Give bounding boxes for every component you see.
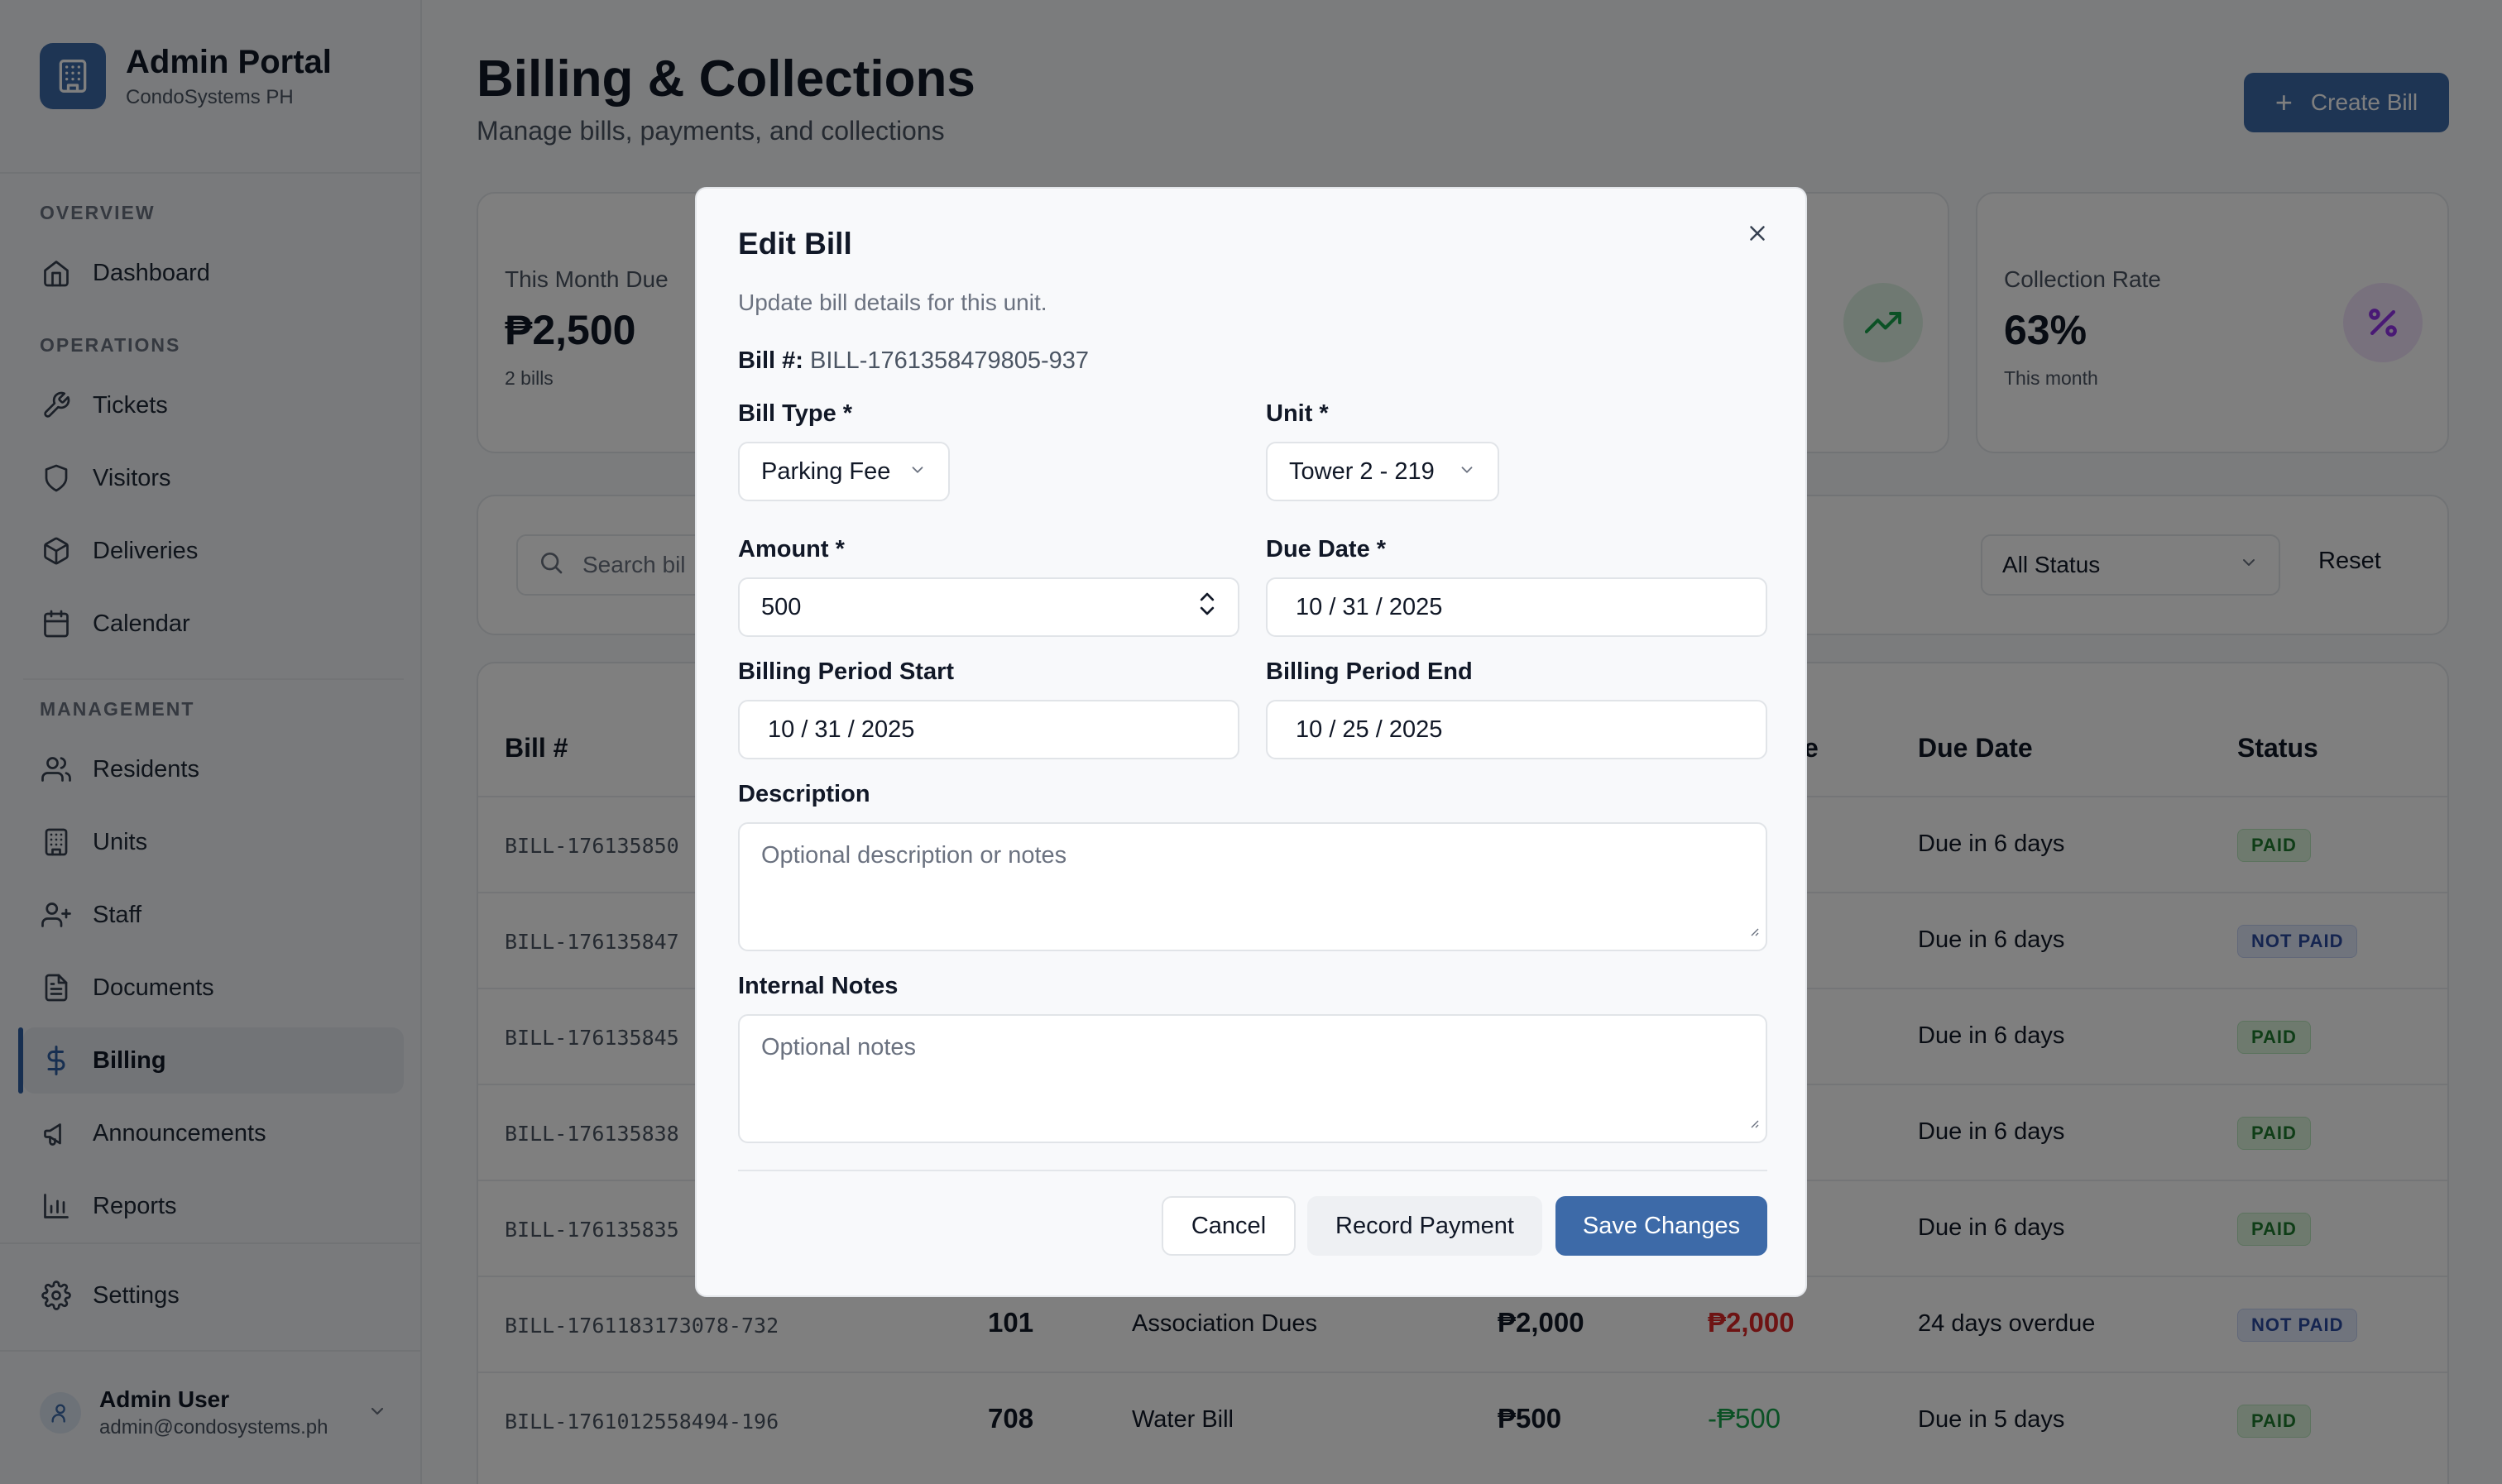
resize-handle-icon[interactable] [1747,916,1759,943]
resize-handle-icon[interactable] [1747,1108,1759,1135]
description-label: Description [738,781,870,807]
description-placeholder: Optional description or notes [761,842,1067,869]
due-date-value: 10 / 31 / 2025 [1296,593,1443,620]
period-end-label: Billing Period End [1266,658,1473,685]
close-icon [1745,221,1770,250]
close-button[interactable] [1741,218,1774,251]
period-start-value: 10 / 31 / 2025 [768,716,915,743]
bill-number-label: Bill #: [738,347,803,374]
bill-type-select[interactable]: Parking Fee [738,442,950,501]
save-changes-button[interactable]: Save Changes [1555,1196,1767,1256]
period-start-input[interactable]: 10 / 31 / 2025 [738,700,1239,759]
dialog-title: Edit Bill [738,227,852,261]
amount-label: Amount * [738,536,845,562]
unit-value: Tower 2 - 219 [1289,457,1435,485]
edit-bill-dialog: Edit Bill Update bill details for this u… [695,187,1807,1297]
unit-label: Unit * [1266,400,1329,427]
number-stepper-icon[interactable] [1198,590,1216,625]
description-textarea[interactable]: Optional description or notes [738,822,1767,951]
period-end-value: 10 / 25 / 2025 [1296,716,1443,743]
amount-value: 500 [761,593,802,620]
due-date-input[interactable]: 10 / 31 / 2025 [1266,577,1767,637]
period-start-label: Billing Period Start [738,658,955,685]
amount-input[interactable]: 500 [738,577,1239,637]
chevron-down-icon [1458,458,1476,486]
unit-select[interactable]: Tower 2 - 219 [1266,442,1499,501]
record-payment-button[interactable]: Record Payment [1307,1196,1542,1256]
due-date-label: Due Date * [1266,536,1387,562]
bill-number-line: Bill #: BILL-1761358479805-937 [738,347,1089,375]
period-end-input[interactable]: 10 / 25 / 2025 [1266,700,1767,759]
notes-placeholder: Optional notes [761,1034,917,1060]
dialog-divider [738,1170,1767,1171]
chevron-down-icon [908,458,927,486]
cancel-button[interactable]: Cancel [1162,1196,1296,1256]
bill-type-label: Bill Type * [738,400,853,427]
notes-label: Internal Notes [738,973,899,999]
bill-type-value: Parking Fee [761,457,891,485]
bill-number-value: BILL-1761358479805-937 [810,347,1090,374]
dialog-description: Update bill details for this unit. [738,290,1047,315]
internal-notes-textarea[interactable]: Optional notes [738,1014,1767,1143]
